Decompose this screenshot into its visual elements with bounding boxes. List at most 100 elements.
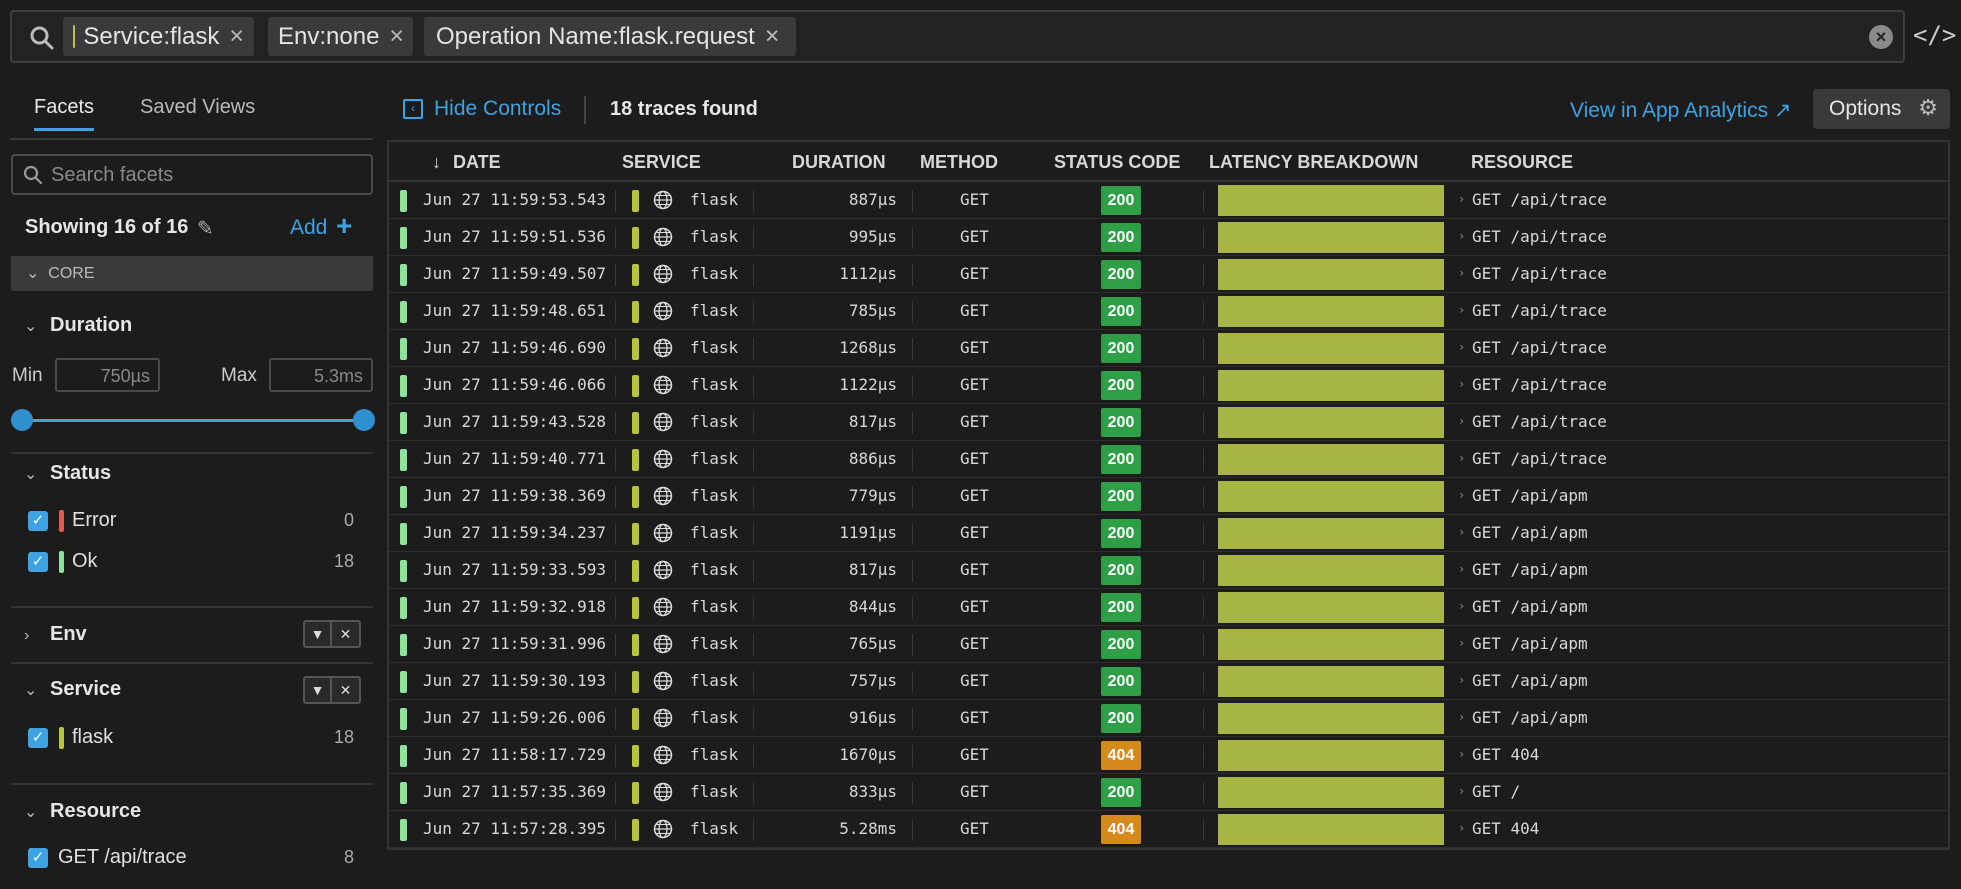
date-cell: Jun 27 11:59:43.528 [423,412,607,431]
latency-bar[interactable] [1218,592,1444,623]
tab-facets[interactable]: Facets [34,96,95,131]
latency-bar[interactable] [1218,740,1444,771]
table-row[interactable]: Jun 27 11:59:49.507 flask 1112µs GET 200 › GET… [389,256,1948,293]
min-duration-input[interactable]: 750µs [55,358,160,392]
filter-chip-service[interactable]: Service:flask × [63,17,254,56]
col-latency-breakdown[interactable]: LATENCY BREAKDOWN [1209,152,1418,173]
latency-bar[interactable] [1218,518,1444,549]
latency-bar[interactable] [1218,407,1444,438]
pencil-icon[interactable]: ✎ [197,216,214,241]
table-row[interactable]: Jun 27 11:59:31.996 flask 765µs GET 200 › GET … [389,626,1948,663]
filter-chip-env[interactable]: Env:none × [268,17,413,56]
divider [615,671,616,693]
divider [1203,782,1204,804]
add-facet-button[interactable]: Add [290,216,327,240]
service-color-bar [632,227,639,249]
table-row[interactable]: Jun 27 11:59:32.918 flask 844µs GET 200 › GET … [389,589,1948,626]
duration-slider-track[interactable] [22,419,364,422]
filter-icon[interactable]: ▼ [303,676,332,704]
service-color-bar [632,671,639,693]
table-row[interactable]: Jun 27 11:59:40.771 flask 886µs GET 200 › GET … [389,441,1948,478]
col-service[interactable]: SERVICE [622,152,701,173]
filter-icon[interactable]: ▼ [303,620,332,648]
divider [1203,486,1204,508]
resource-section-header[interactable]: ⌄ Resource [24,800,141,823]
table-row[interactable]: Jun 27 11:59:34.237 flask 1191µs GET 200 › GET… [389,515,1948,552]
table-row[interactable]: Jun 27 11:59:46.690 flask 1268µs GET 200 › GET… [389,330,1948,367]
service-color-bar [632,634,639,656]
core-section-header[interactable]: ⌄ CORE [11,256,373,291]
latency-bar[interactable] [1218,814,1444,845]
col-duration[interactable]: DURATION [792,152,886,173]
latency-bar[interactable] [1218,370,1444,401]
table-row[interactable]: Jun 27 11:59:43.528 flask 817µs GET 200 › GET … [389,404,1948,441]
max-duration-input[interactable]: 5.3ms [269,358,373,392]
code-view-icon[interactable]: </> [1913,21,1956,49]
latency-bar[interactable] [1218,555,1444,586]
search-bar[interactable]: Service:flask × Env:none × Operation Nam… [10,10,1905,63]
latency-bar[interactable] [1218,185,1444,216]
col-status-code[interactable]: STATUS CODE [1054,152,1180,173]
latency-bar[interactable] [1218,259,1444,290]
service-cell: flask [690,560,739,579]
latency-bar[interactable] [1218,481,1444,512]
table-row[interactable]: Jun 27 11:59:30.193 flask 757µs GET 200 › GET … [389,663,1948,700]
tab-saved-views[interactable]: Saved Views [140,96,255,119]
table-row[interactable]: Jun 27 11:58:17.729 flask 1670µs GET 404 › GET… [389,737,1948,774]
remove-chip-icon[interactable]: × [229,22,244,51]
hide-controls-button[interactable]: ‹ Hide Controls [403,97,561,121]
latency-bar[interactable] [1218,296,1444,327]
chevron-right-icon: › [1458,414,1466,428]
divider [1203,597,1204,619]
latency-bar[interactable] [1218,666,1444,697]
table-row[interactable]: Jun 27 11:59:46.066 flask 1122µs GET 200 › GET… [389,367,1948,404]
env-section-header[interactable]: › Env [24,623,87,646]
table-row[interactable]: Jun 27 11:59:51.536 flask 995µs GET 200 › GET … [389,219,1948,256]
remove-chip-icon[interactable]: × [389,22,404,51]
divider [1203,523,1204,545]
search-icon [30,26,54,50]
error-checkbox[interactable]: ✓ [28,511,48,531]
table-row[interactable]: Jun 27 11:57:35.369 flask 833µs GET 200 › GET … [389,774,1948,811]
service-section-header[interactable]: ⌄ Service [24,678,121,701]
facet-search-input[interactable] [51,162,361,188]
slider-max-handle[interactable] [353,409,375,431]
divider [753,190,754,212]
latency-bar[interactable] [1218,703,1444,734]
clear-search-icon[interactable]: × [1869,25,1893,49]
latency-bar[interactable] [1218,333,1444,364]
resource-cell: GET /api/trace [1472,190,1607,209]
plus-icon[interactable]: + [336,210,352,242]
table-row[interactable]: Jun 27 11:59:38.369 flask 779µs GET 200 › GET … [389,478,1948,515]
col-resource[interactable]: RESOURCE [1471,152,1573,173]
col-date[interactable]: DATE [453,152,501,173]
slider-min-handle[interactable] [11,409,33,431]
resource-title: Resource [50,800,142,822]
table-row[interactable]: Jun 27 11:59:33.593 flask 817µs GET 200 › GET … [389,552,1948,589]
close-icon[interactable]: ✕ [332,676,361,704]
resource-checkbox[interactable]: ✓ [28,848,48,868]
view-in-app-analytics-link[interactable]: View in App Analytics ↗ [1570,98,1792,123]
latency-bar[interactable] [1218,629,1444,660]
filter-chip-operation[interactable]: Operation Name:flask.request × [424,17,796,56]
table-row[interactable]: Jun 27 11:59:48.651 flask 785µs GET 200 › GET … [389,293,1948,330]
duration-cell: 779µs [848,486,897,505]
sort-desc-icon[interactable]: ↓ [432,152,441,173]
flask-checkbox[interactable]: ✓ [28,728,48,748]
status-badge: 200 [1101,260,1141,289]
table-row[interactable]: Jun 27 11:57:28.395 flask 5.28ms GET 404 › GET… [389,811,1948,848]
divider [615,227,616,249]
col-method[interactable]: METHOD [920,152,998,173]
table-row[interactable]: Jun 27 11:59:26.006 flask 916µs GET 200 › GET … [389,700,1948,737]
table-row[interactable]: Jun 27 11:59:53.543 flask 887µs GET 200 › GET … [389,182,1948,219]
latency-bar[interactable] [1218,222,1444,253]
remove-chip-icon[interactable]: × [765,22,780,51]
duration-section-header[interactable]: ⌄ Duration [24,314,132,337]
latency-bar[interactable] [1218,444,1444,475]
options-button[interactable]: Options ⚙ [1813,89,1950,129]
duration-cell: 833µs [848,782,897,801]
latency-bar[interactable] [1218,777,1444,808]
ok-checkbox[interactable]: ✓ [28,552,48,572]
close-icon[interactable]: ✕ [332,620,361,648]
status-section-header[interactable]: ⌄ Status [24,462,111,485]
